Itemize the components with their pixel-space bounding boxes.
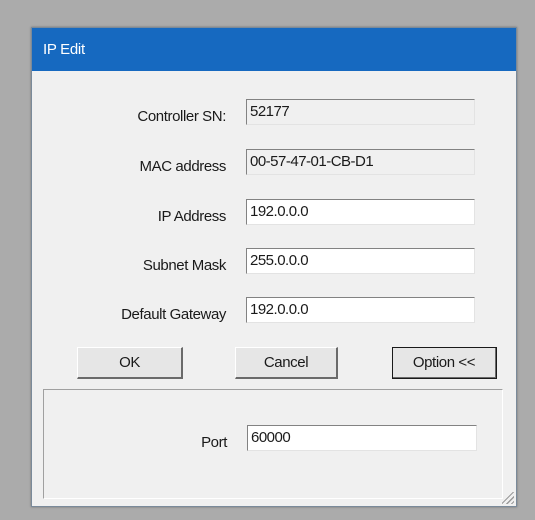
mac-address-label: MAC address — [139, 158, 227, 175]
window-title: IP Edit — [43, 41, 85, 58]
default-gateway-input[interactable]: 192.0.0.0 — [246, 297, 475, 323]
cancel-button[interactable]: Cancel — [235, 347, 338, 379]
controller-sn-field: 52177 — [246, 99, 475, 125]
ip-address-input[interactable]: 192.0.0.0 — [246, 199, 475, 225]
subnet-mask-input[interactable]: 255.0.0.0 — [246, 248, 475, 274]
default-gateway-label: Default Gateway — [121, 306, 226, 323]
mac-address-field: 00-57-47-01-CB-D1 — [246, 149, 475, 175]
port-input[interactable]: 60000 — [247, 425, 477, 451]
ok-button[interactable]: OK — [77, 347, 183, 379]
resize-grip-icon[interactable] — [502, 492, 514, 504]
title-bar[interactable]: IP Edit — [32, 28, 516, 71]
advanced-options-panel: Port 60000 — [43, 389, 503, 499]
option-button[interactable]: Option << — [392, 347, 497, 379]
ip-address-label: IP Address — [157, 208, 227, 225]
controller-sn-label: Controller SN: — [137, 108, 226, 125]
ip-edit-dialog: IP Edit Controller SN: 52177 MAC address… — [31, 27, 517, 507]
port-label: Port — [201, 434, 227, 451]
subnet-mask-label: Subnet Mask — [142, 257, 227, 274]
